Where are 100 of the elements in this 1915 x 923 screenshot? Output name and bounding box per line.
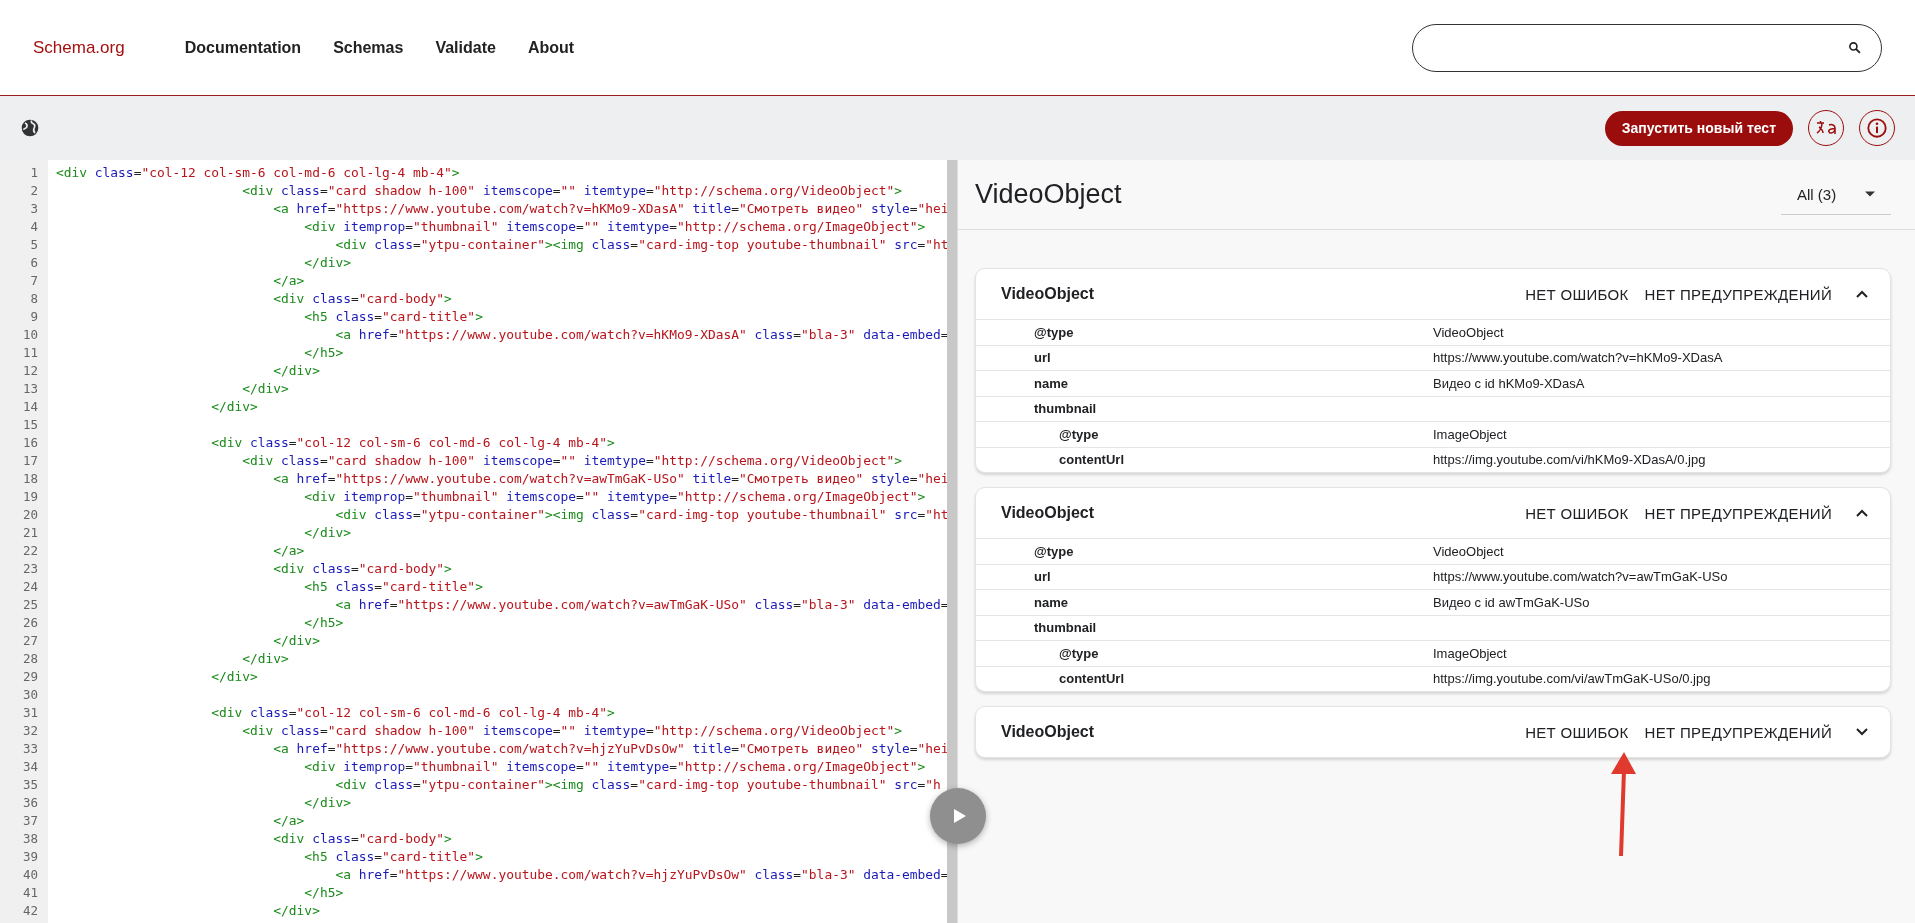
code-line: <div itemprop="thumbnail" itemscope="" itemtype="http://schema.org/ImageObject"> bbox=[303, 218, 927, 236]
caret-icon bbox=[1865, 191, 1875, 197]
line-number: 42 bbox=[21, 902, 39, 920]
line-number: 1 bbox=[29, 164, 39, 182]
code-line: <div class="ytpu-container"><img class="card-img-top youtube-thumbnail" src="ht bbox=[334, 506, 950, 524]
line-number: 26 bbox=[21, 614, 39, 632]
property-value: Видео с id hKMo9-XDasA bbox=[1433, 375, 1586, 391]
line-number: 29 bbox=[21, 668, 39, 686]
code-line: <div class="ytpu-container"><img class="card-img-top youtube-thumbnail" src="ht bbox=[334, 236, 950, 254]
code-line: <div itemprop="thumbnail" itemscope="" itemtype="http://schema.org/ImageObject"> bbox=[303, 488, 927, 506]
scrollbar[interactable] bbox=[947, 160, 957, 923]
warnings-status: НЕТ ПРЕДУПРЕЖДЕНИЙ bbox=[1644, 504, 1832, 522]
code-line: <div class="card-body"> bbox=[272, 560, 453, 578]
code-line: <div class="col-12 col-sm-6 col-md-6 col-lg-4 mb-4"> bbox=[210, 434, 616, 452]
line-number: 11 bbox=[21, 344, 39, 362]
code-line: <a href="https://www.youtube.com/watch?v=hjzYuPvDsOw" title="Смотреть видео" style="hei bbox=[272, 740, 950, 758]
results-title: VideoObject bbox=[975, 179, 1122, 210]
filter-dropdown[interactable]: All (3) bbox=[1781, 174, 1891, 215]
errors-status: НЕТ ОШИБОК bbox=[1525, 504, 1629, 522]
property-value: https://img.youtube.com/vi/hKMo9-XDasA/0.jpg bbox=[1433, 452, 1707, 468]
line-number: 15 bbox=[21, 416, 39, 434]
chevron-up-icon bbox=[1856, 290, 1868, 298]
code-line: </h5> bbox=[303, 344, 345, 362]
property-name: @type bbox=[1058, 426, 1100, 442]
search-icon bbox=[1848, 41, 1861, 54]
code-line: </div> bbox=[241, 380, 290, 398]
property-value: https://img.youtube.com/vi/awTmGaK-USo/0.jpg bbox=[1433, 671, 1712, 687]
line-number: 20 bbox=[21, 506, 39, 524]
code-line: <div class="col-12 col-sm-6 col-md-6 col-lg-4 mb-4"> bbox=[210, 704, 616, 722]
line-number: 2 bbox=[29, 182, 39, 200]
code-line: <h5 class="card-title"> bbox=[303, 308, 484, 326]
line-number: 9 bbox=[29, 308, 39, 326]
line-number: 8 bbox=[29, 290, 39, 308]
property-name: thumbnail bbox=[1033, 401, 1098, 417]
nav-link[interactable]: Documentation bbox=[184, 38, 302, 57]
code-line: </div> bbox=[303, 254, 352, 272]
line-number: 34 bbox=[21, 758, 39, 776]
play-icon bbox=[953, 808, 967, 824]
warnings-status: НЕТ ПРЕДУПРЕЖДЕНИЙ bbox=[1644, 723, 1832, 741]
run-test-button[interactable]: Запустить новый тест bbox=[1604, 110, 1793, 146]
code-line: </div> bbox=[210, 668, 259, 686]
property-value: VideoObject bbox=[1433, 324, 1505, 340]
property-name: url bbox=[1033, 569, 1052, 585]
line-number: 37 bbox=[21, 812, 39, 830]
property-name: @type bbox=[1033, 324, 1075, 340]
code-line: </h5> bbox=[303, 614, 345, 632]
property-name: @type bbox=[1033, 543, 1075, 559]
code-line: <h5 class="card-title"> bbox=[303, 848, 484, 866]
card-title: VideoObject bbox=[1001, 285, 1095, 303]
card-title: VideoObject bbox=[1001, 504, 1095, 522]
expand-toggle[interactable] bbox=[1856, 509, 1868, 517]
line-number: 6 bbox=[29, 254, 39, 272]
line-number: 40 bbox=[21, 866, 39, 884]
property-name: @type bbox=[1058, 645, 1100, 661]
code-line: <a href="https://www.youtube.com/watch?v=awTmGaK-USo" title="Смотреть видео" style="hei bbox=[272, 470, 950, 488]
line-number: 38 bbox=[21, 830, 39, 848]
line-number: 36 bbox=[21, 794, 39, 812]
code-line: <div class="card-body"> bbox=[272, 290, 453, 308]
line-number: 27 bbox=[21, 632, 39, 650]
line-number: 33 bbox=[21, 740, 39, 758]
translate-icon bbox=[1815, 120, 1837, 136]
expand-toggle[interactable] bbox=[1856, 290, 1868, 298]
code-line: </a> bbox=[272, 542, 306, 560]
code-editor[interactable] bbox=[0, 160, 958, 923]
line-number: 24 bbox=[21, 578, 39, 596]
code-line: <h5 class="card-title"> bbox=[303, 578, 484, 596]
line-number: 4 bbox=[29, 218, 39, 236]
property-value: ImageObject bbox=[1433, 645, 1508, 661]
property-value: https://www.youtube.com/watch?v=awTmGaK-USo bbox=[1433, 569, 1729, 585]
chevron-down-icon bbox=[1856, 728, 1868, 736]
code-line: </div> bbox=[272, 902, 321, 920]
line-number: 3 bbox=[29, 200, 39, 218]
code-line: <div class="col-12 col-sm-6 col-md-6 col-lg-4 mb-4"> bbox=[56, 164, 461, 182]
code-line: </div> bbox=[303, 524, 352, 542]
card-title: VideoObject bbox=[1001, 723, 1095, 741]
code-line: <div class="card-body"> bbox=[272, 830, 453, 848]
chevron-up-icon bbox=[1856, 509, 1868, 517]
code-line: </div> bbox=[210, 398, 259, 416]
code-line: </a> bbox=[272, 272, 306, 290]
property-value: VideoObject bbox=[1433, 543, 1505, 559]
property-name: contentUrl bbox=[1058, 671, 1125, 687]
line-number: 41 bbox=[21, 884, 39, 902]
code-line: <div itemprop="thumbnail" itemscope="" itemtype="http://schema.org/ImageObject"> bbox=[303, 758, 927, 776]
line-number: 39 bbox=[21, 848, 39, 866]
nav-link[interactable]: About bbox=[527, 38, 575, 57]
site-logo[interactable]: Schema.org bbox=[33, 37, 125, 58]
expand-toggle[interactable] bbox=[1856, 728, 1868, 736]
line-number: 13 bbox=[21, 380, 39, 398]
line-number: 19 bbox=[21, 488, 39, 506]
property-name: thumbnail bbox=[1033, 620, 1098, 636]
line-number: 16 bbox=[21, 434, 39, 452]
property-name: contentUrl bbox=[1058, 452, 1125, 468]
line-number: 5 bbox=[29, 236, 39, 254]
line-number: 18 bbox=[21, 470, 39, 488]
code-line: <a href="https://www.youtube.com/watch?v=hKMo9-XDasA" title="Смотреть видео" style="hei bbox=[272, 200, 950, 218]
globe-icon[interactable] bbox=[20, 118, 40, 138]
line-number: 28 bbox=[21, 650, 39, 668]
nav-link[interactable]: Schemas bbox=[333, 38, 404, 57]
code-line: </div> bbox=[272, 362, 321, 380]
nav-link[interactable]: Validate bbox=[435, 38, 496, 57]
